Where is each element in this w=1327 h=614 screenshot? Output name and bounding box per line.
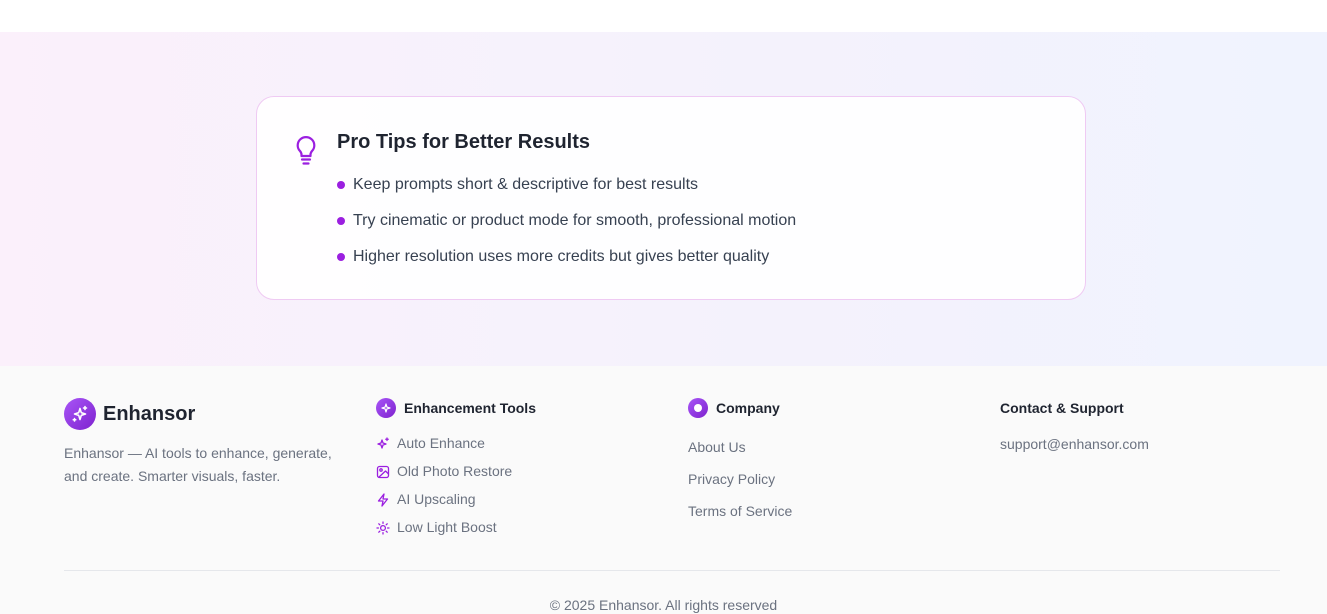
tool-label: Auto Enhance	[397, 435, 485, 451]
brand-description: Enhansor — AI tools to enhance, generate…	[64, 445, 332, 484]
sparkles-icon	[72, 405, 88, 422]
site-footer: Enhansor Enhansor — AI tools to enhance,…	[0, 366, 1327, 614]
tools-badge-icon	[376, 398, 396, 418]
company-heading: Company	[716, 400, 780, 416]
lightbulb-icon	[296, 136, 316, 165]
sun-icon	[376, 521, 390, 535]
sparkles-icon	[381, 403, 391, 413]
tool-label: Old Photo Restore	[397, 463, 513, 479]
footer-divider	[64, 570, 1280, 571]
brand-logo[interactable]	[64, 398, 96, 430]
tips-title: Pro Tips for Better Results	[337, 131, 591, 153]
tools-heading: Enhancement Tools	[404, 400, 536, 416]
tips-section: Pro Tips for Better Results Keep prompts…	[0, 32, 1327, 366]
bullet-dot-icon	[337, 217, 345, 225]
brand-name[interactable]: Enhansor	[103, 403, 195, 426]
support-email-link[interactable]: support@enhansor.com	[1000, 436, 1149, 452]
tip-item: Higher resolution uses more credits but …	[337, 247, 796, 283]
tips-list: Keep prompts short & descriptive for bes…	[337, 175, 796, 283]
company-badge-icon	[688, 398, 708, 418]
tip-text: Higher resolution uses more credits but …	[353, 248, 770, 265]
contact-heading: Contact & Support	[1000, 400, 1124, 416]
tip-text: Keep prompts short & descriptive for bes…	[353, 176, 699, 193]
tool-label: AI Upscaling	[397, 491, 476, 507]
bullet-dot-icon	[337, 253, 345, 261]
image-icon	[376, 465, 390, 479]
tip-item: Try cinematic or product mode for smooth…	[337, 211, 796, 247]
tip-item: Keep prompts short & descriptive for bes…	[337, 175, 796, 211]
pro-tips-card: Pro Tips for Better Results Keep prompts…	[256, 96, 1086, 300]
lightning-icon	[377, 493, 389, 507]
footer-link-privacy-policy[interactable]: Privacy Policy	[688, 471, 775, 487]
ring-dot-icon	[694, 404, 702, 412]
tool-label: Low Light Boost	[397, 519, 497, 535]
sparkles-icon	[377, 437, 389, 449]
footer-link-about-us[interactable]: About Us	[688, 439, 746, 455]
copyright-text: © 2025 Enhansor. All rights reserved	[549, 597, 778, 613]
bullet-dot-icon	[337, 181, 345, 189]
footer-link-terms-of-service[interactable]: Terms of Service	[688, 503, 792, 519]
tip-text: Try cinematic or product mode for smooth…	[353, 212, 797, 229]
